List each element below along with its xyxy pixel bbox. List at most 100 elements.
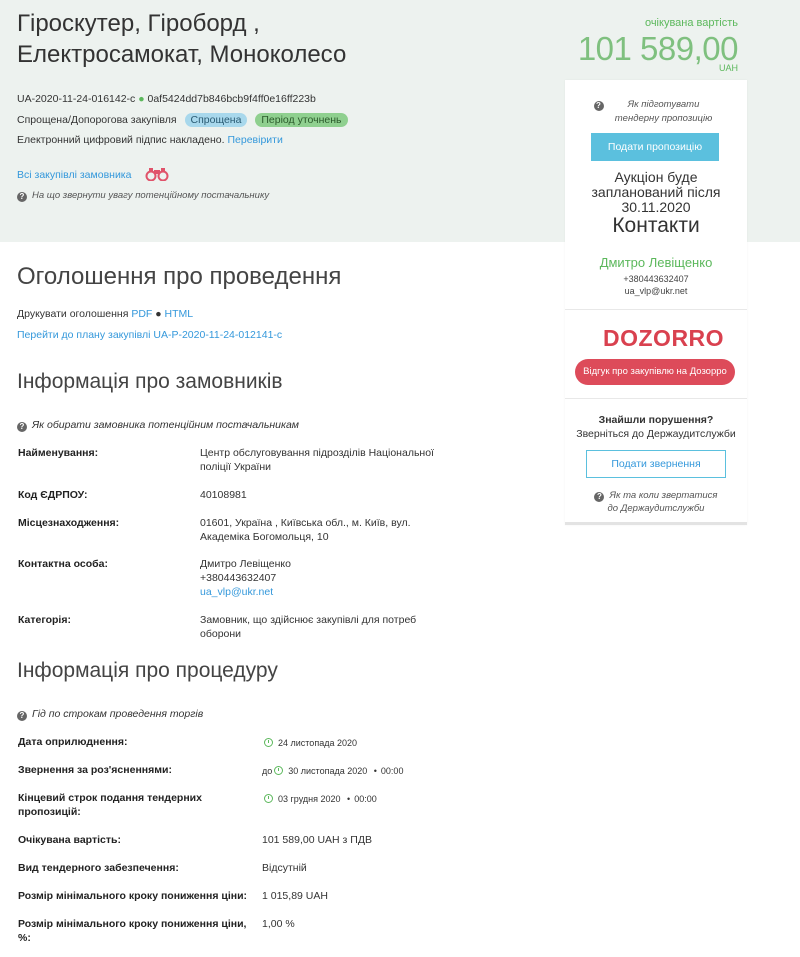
submit-appeal-button[interactable]: Подати звернення [586, 450, 726, 478]
clarifications-prefix: до [262, 766, 273, 776]
clock-icon [264, 738, 273, 747]
question-icon: ? [17, 422, 27, 432]
sidebar-divider [565, 309, 747, 310]
auction-line-1: Аукціон буде [614, 169, 698, 185]
published-date-text: 24 листопада 2020 [278, 738, 357, 748]
appeal-help-line-1: Як та коли звертатися [609, 490, 718, 501]
contact-phone: +380443632407 [623, 274, 689, 284]
clarifications-time: 00:00 [380, 766, 404, 776]
customer-name-line-1: Центр обслуговування підрозділів Націона… [200, 447, 434, 459]
appeal-help-line-2: до Держаудитслужби [607, 503, 705, 514]
procedure-type-line: Спрощена/Допорогова закупівля Спрощена П… [17, 113, 348, 127]
announcement-heading: Оголошення про проведення [17, 263, 342, 290]
published-date-value: 24 листопада 2020 [262, 736, 357, 750]
procurement-plan-link[interactable]: Перейти до плану закупівлі UA-P-2020-11-… [17, 329, 282, 341]
min-step-percent-label: Розмір мінімального кроку пониження ціни… [18, 917, 248, 945]
separator-dot: ● [155, 308, 162, 320]
auction-info: Аукціон буде запланований після 30.11.20… [565, 170, 747, 215]
page-title: Гіроскутер, Гіроборд , Електросамокат, М… [17, 10, 347, 68]
print-pdf-link[interactable]: PDF [131, 308, 152, 320]
expected-price-label: очікувана вартість [644, 17, 738, 29]
badge-status: Період уточнень [255, 113, 348, 127]
min-step-percent-value: 1,00 % [262, 918, 295, 930]
deadline-value: 03 грудня 2020 • 00:00 [262, 792, 377, 806]
customers-help[interactable]: ? Як обирати замовника потенційним постач… [17, 419, 299, 432]
expected-cost-value: 101 589,00 UAH з ПДВ [262, 834, 372, 846]
violations-block: Знайшли порушення? Зверніться до Держауд… [565, 413, 747, 441]
deadline-label: Кінцевий строк подання тендерних пропози… [18, 791, 248, 819]
procedure-type: Спрощена/Допорогова закупівля [17, 114, 177, 126]
clarifications-date: 30 листопада 2020 [288, 766, 368, 776]
customer-name-line-2: поліції України [200, 461, 271, 473]
auction-line-2: запланований після [591, 184, 721, 200]
separator-dot: ● [138, 93, 145, 105]
appeal-help[interactable]: ? Як та коли звертатися до Держаудитслужб… [565, 489, 747, 515]
dozorro-feedback-button[interactable]: Відгук про закупівлю на Дозорро [575, 359, 735, 385]
violations-text: Зверніться до Держаудитслужби [576, 428, 736, 440]
min-step-percent-label-line-2: %: [18, 932, 31, 944]
customer-contact-value: Дмитро Левіщенко +380443632407 ua_vlp@uk… [200, 557, 291, 599]
violations-heading: Знайшли порушення? [598, 414, 714, 426]
question-icon: ? [17, 711, 27, 721]
contacts-heading: Контакти [612, 214, 700, 237]
supplier-help-text: На що звернути увагу потенційному постач… [32, 190, 270, 201]
question-icon: ? [594, 492, 605, 502]
auction-date: 30.11.2020 [621, 199, 691, 215]
min-step-value: 1 015,89 UAH [262, 890, 328, 902]
customer-address-value: 01601, Україна , Київська обл., м. Київ,… [200, 516, 411, 544]
customer-address-line-2: Академіка Богомольця, 10 [200, 531, 329, 543]
deadline-time: 00:00 [354, 794, 377, 804]
guarantee-type-value: Відсутній [262, 862, 307, 874]
all-purchases-link[interactable]: Всі закупівлі замовника [17, 169, 131, 181]
tender-hash: 0af5424dd7b846bcb9f4ff0e16ff223b [147, 93, 316, 105]
customer-contact-name: Дмитро Левіщенко [200, 558, 291, 570]
prepare-offer-help-text: Як підготувати тендерну пропозицію [614, 99, 713, 124]
supplier-help-line[interactable]: ? На що звернути увагу потенційному поста… [17, 190, 269, 202]
customer-contact-phone: +380443632407 [200, 572, 277, 584]
deadline-date: 03 грудня 2020 [278, 794, 341, 804]
clarifications-value: до 30 листопада 2020 • 00:00 [262, 764, 403, 778]
expected-cost-label: Очікувана вартість: [18, 834, 121, 846]
question-icon: ? [593, 101, 604, 111]
deadline-label-line-1: Кінцевий строк подання тендерних [18, 792, 202, 804]
customer-contact-email-link[interactable]: ua_vlp@ukr.net [200, 586, 273, 598]
sidebar-divider [565, 398, 747, 399]
verify-signature-link[interactable]: Перевірити [227, 134, 282, 146]
signature-line: Електронний цифровий підпис накладено. П… [17, 134, 283, 146]
print-label: Друкувати оголошення [17, 308, 129, 320]
separator-dot: • [373, 766, 377, 776]
print-html-link[interactable]: HTML [165, 308, 194, 320]
tender-id: UA-2020-11-24-016142-c [17, 93, 136, 105]
customer-code-value: 40108981 [200, 489, 247, 501]
published-date-label: Дата оприлюднення: [18, 736, 128, 748]
customer-address-line-1: 01601, Україна , Київська обл., м. Київ,… [200, 517, 411, 529]
dozorro-logo: DOZORRO [603, 325, 725, 351]
prepare-offer-help[interactable]: ? Як підготувати тендерну пропозицію [565, 98, 747, 126]
customer-name-value: Центр обслуговування підрозділів Націона… [200, 446, 434, 474]
sidebar-panel: ? Як підготувати тендерну пропозицію Пода… [565, 80, 747, 525]
min-step-percent-label-line-1: Розмір мінімального кроку пониження ціни… [18, 918, 247, 930]
customer-category-line-2: оборони [200, 628, 242, 640]
guarantee-type-label: Вид тендерного забезпечення: [18, 862, 179, 874]
print-announcement-line: Друкувати оголошення PDF ● HTML [17, 308, 193, 320]
deadline-label-line-2: пропозицій: [18, 806, 81, 818]
customer-category-line-1: Замовник, що здійснює закупівлі для потр… [200, 614, 417, 626]
clock-icon [264, 794, 273, 803]
clarifications-label: Звернення за роз'ясненнями: [18, 764, 172, 776]
procedure-help-text: Гід по строкам проведення торгів [32, 708, 204, 720]
procedure-help[interactable]: ? Гід по строкам проведення торгів [17, 708, 203, 721]
clock-icon [274, 766, 284, 775]
submit-offer-button[interactable]: Подати пропозицію [591, 133, 719, 161]
min-step-label: Розмір мінімального кроку пониження ціни… [18, 890, 248, 902]
customers-heading: Інформація про замовників [17, 370, 283, 393]
customers-help-text: Як обирати замовника потенційним постача… [32, 419, 299, 431]
contact-email: ua_vlp@ukr.net [624, 286, 688, 296]
contact-name: Дмитро Левіщенко [599, 255, 713, 270]
signature-text: Електронний цифровий підпис накладено. [17, 134, 225, 146]
question-icon: ? [17, 192, 27, 202]
all-purchases-line: Всі закупівлі замовника [17, 167, 170, 184]
binoculars-icon[interactable] [144, 167, 170, 184]
expected-price-currency: UAH [718, 63, 738, 73]
badge-procedure-type: Спрощена [184, 113, 248, 127]
separator-dot: • [347, 794, 351, 804]
